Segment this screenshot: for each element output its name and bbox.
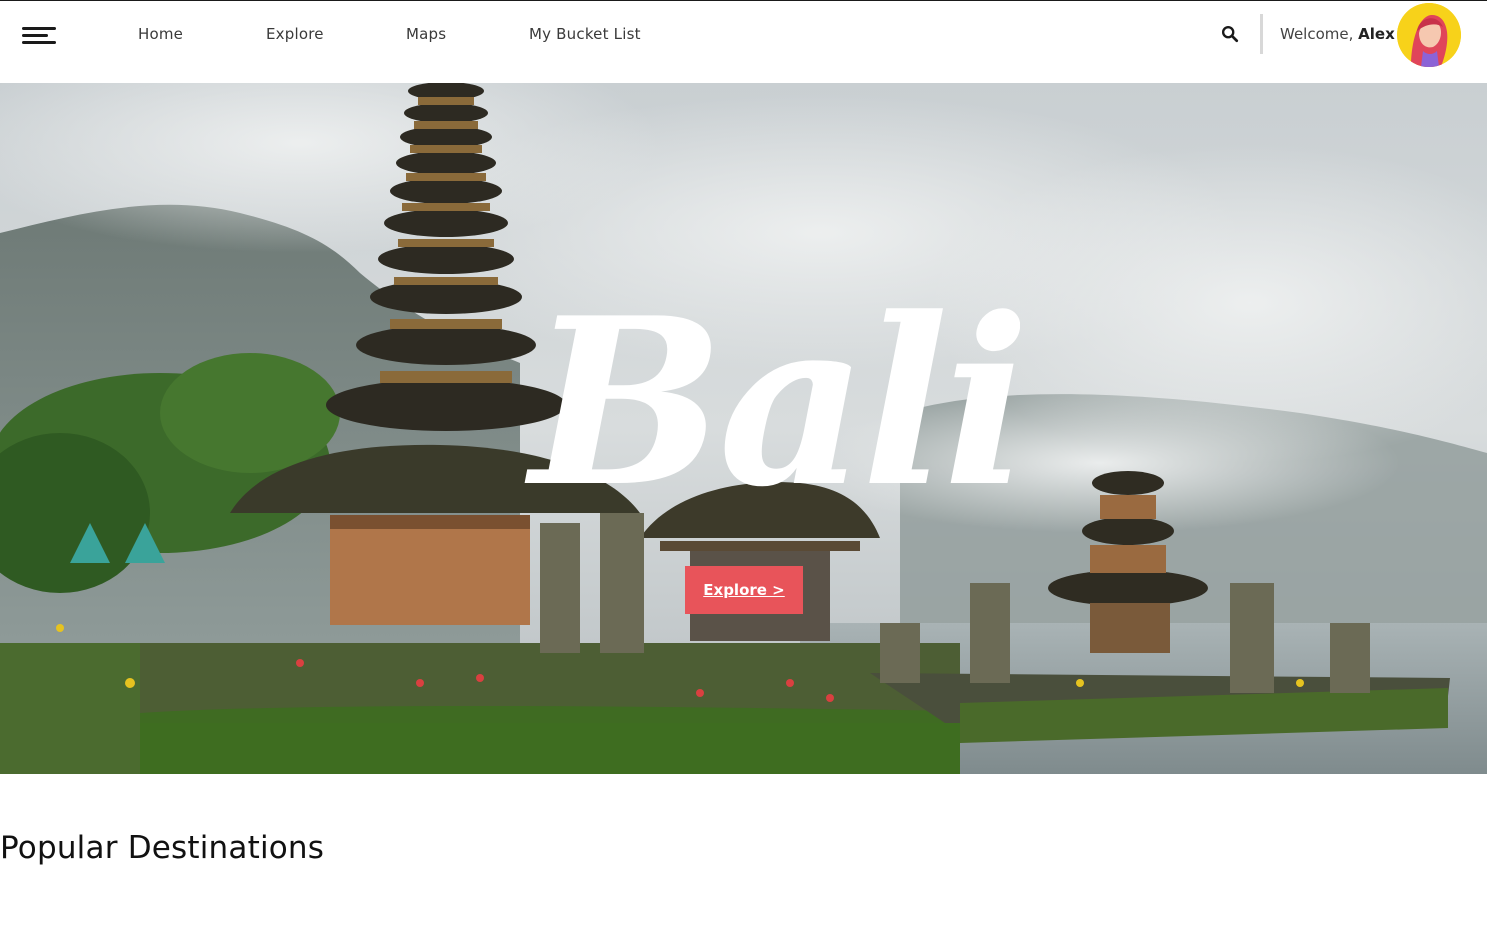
hamburger-menu-icon[interactable]: [22, 27, 56, 45]
user-avatar[interactable]: [1397, 3, 1461, 67]
hero-banner: Bali Explore >: [0, 83, 1487, 774]
nav-link-bucket-list[interactable]: My Bucket List: [529, 25, 641, 43]
user-name: Alex: [1358, 25, 1395, 43]
nav-link-maps[interactable]: Maps: [406, 25, 446, 43]
nav-link-explore[interactable]: Explore: [266, 25, 324, 43]
popular-destinations-heading: Popular Destinations: [0, 830, 325, 866]
welcome-prefix: Welcome,: [1280, 25, 1359, 43]
explore-button[interactable]: Explore >: [685, 566, 803, 614]
nav-divider: [1260, 14, 1263, 54]
nav-link-home[interactable]: Home: [138, 25, 183, 43]
avatar-illustration: [1397, 3, 1461, 67]
welcome-message: Welcome, Alex: [1280, 25, 1395, 43]
top-navbar: Home Explore Maps My Bucket List Welcome…: [0, 0, 1487, 83]
hero-title-bali: Bali: [524, 268, 1020, 538]
search-icon[interactable]: [1221, 25, 1239, 43]
hero-title-text: Bali: [524, 268, 1020, 538]
